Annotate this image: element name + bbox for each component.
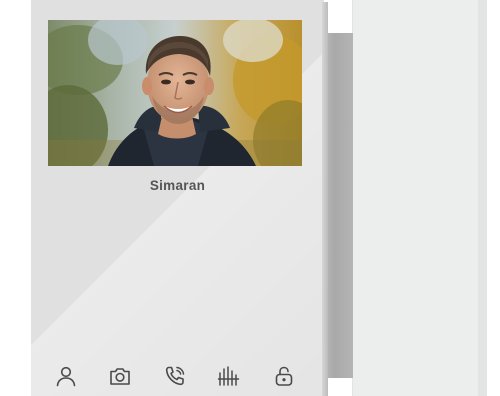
contact-button[interactable] [52, 362, 80, 390]
user-icon [56, 366, 76, 387]
unlock-icon [275, 366, 293, 386]
snapshot-button[interactable] [106, 362, 134, 390]
intercom-view: Simaran [0, 0, 500, 396]
call-button[interactable] [161, 362, 189, 390]
caller-photo [48, 20, 302, 166]
camera-icon [110, 368, 130, 385]
device-edge [322, 2, 328, 396]
caller-name: Simaran [149, 178, 206, 193]
volume-icon [217, 366, 240, 386]
camera-feed[interactable] [48, 20, 302, 166]
side-panel [352, 0, 487, 396]
volume-button[interactable] [215, 362, 243, 390]
phone-icon [165, 366, 185, 386]
unlock-door-button[interactable] [270, 362, 298, 390]
side-panel-edge [478, 0, 487, 396]
call-toolbar [31, 362, 324, 392]
